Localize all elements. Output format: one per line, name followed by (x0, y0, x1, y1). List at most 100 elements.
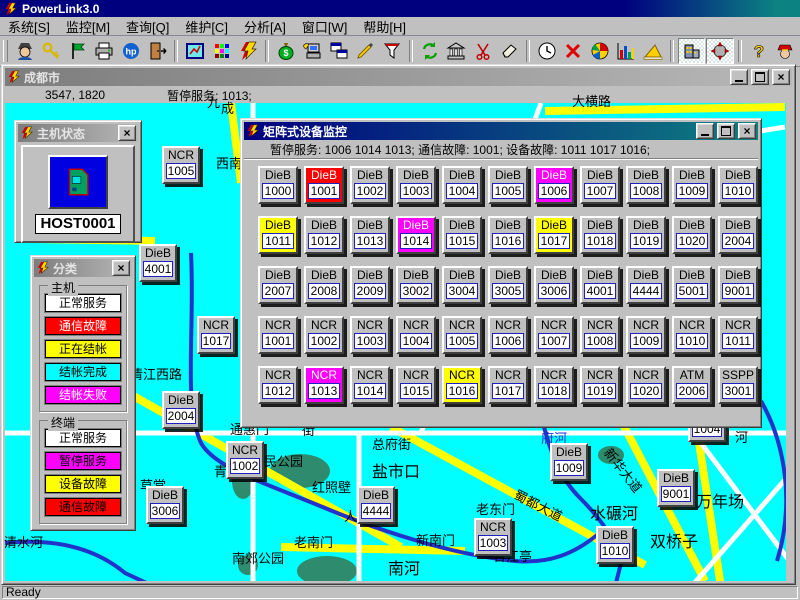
matrix-device-NCR-1004[interactable]: NCR1004 (396, 316, 436, 354)
matrix-device-NCR-1005[interactable]: NCR1005 (442, 316, 482, 354)
matrix-minimize-button[interactable] (696, 123, 714, 139)
matrix-device-DieB-4444[interactable]: DieB4444 (626, 266, 666, 304)
matrix-device-DieB-1002[interactable]: DieB1002 (350, 166, 390, 204)
matrix-maximize-button[interactable] (717, 123, 735, 139)
matrix-device-DieB-1005[interactable]: DieB1005 (488, 166, 528, 204)
map-device-DieB-3006[interactable]: DieB3006 (146, 486, 184, 524)
map-device-NCR-1003[interactable]: NCR1003 (474, 518, 512, 556)
matrix-device-DieB-1019[interactable]: DieB1019 (626, 216, 666, 254)
matrix-device-DieB-1010[interactable]: DieB1010 (718, 166, 758, 204)
delete-button[interactable] (561, 39, 587, 63)
matrix-device-DieB-1001[interactable]: DieB1001 (304, 166, 344, 204)
chengdu-maximize-button[interactable] (751, 69, 769, 85)
eraser-button[interactable] (496, 39, 522, 63)
clock-button[interactable] (534, 39, 560, 63)
menu-item-7[interactable]: 帮助[H] (355, 16, 414, 37)
menu-item-6[interactable]: 窗口[W] (294, 16, 356, 37)
matrix-device-NCR-1009[interactable]: NCR1009 (626, 316, 666, 354)
lightning-button[interactable] (235, 39, 261, 63)
map-device-DieB-4001[interactable]: DieB4001 (139, 244, 177, 282)
matrix-device-NCR-1008[interactable]: NCR1008 (580, 316, 620, 354)
matrix-device-NCR-1001[interactable]: NCR1001 (258, 316, 298, 354)
map-monitor-button[interactable] (182, 39, 208, 63)
matrix-device-DieB-1009[interactable]: DieB1009 (672, 166, 712, 204)
matrix-device-DieB-1013[interactable]: DieB1013 (350, 216, 390, 254)
matrix-device-NCR-1015[interactable]: NCR1015 (396, 366, 436, 404)
matrix-device-DieB-1006[interactable]: DieB1006 (534, 166, 574, 204)
operator-button[interactable] (12, 39, 38, 63)
map-device-DieB-4444[interactable]: DieB4444 (357, 486, 395, 524)
matrix-device-DieB-3004[interactable]: DieB3004 (442, 266, 482, 304)
matrix-device-NCR-1016[interactable]: NCR1016 (442, 366, 482, 404)
matrix-device-DieB-1018[interactable]: DieB1018 (580, 216, 620, 254)
matrix-device-NCR-1020[interactable]: NCR1020 (626, 366, 666, 404)
exit-door-button[interactable] (145, 39, 171, 63)
matrix-device-DieB-3005[interactable]: DieB3005 (488, 266, 528, 304)
matrix-device-DieB-1016[interactable]: DieB1016 (488, 216, 528, 254)
color-matrix-button[interactable] (209, 39, 235, 63)
matrix-device-DieB-2004[interactable]: DieB2004 (718, 216, 758, 254)
matrix-close-button[interactable] (738, 123, 756, 139)
matrix-device-NCR-1018[interactable]: NCR1018 (534, 366, 574, 404)
level-tool-button[interactable] (640, 39, 666, 63)
matrix-device-ATM-2006[interactable]: ATM2006 (672, 366, 712, 404)
marker-pen-button[interactable] (353, 39, 379, 63)
matrix-device-DieB-3006[interactable]: DieB3006 (534, 266, 574, 304)
matrix-device-DieB-1012[interactable]: DieB1012 (304, 216, 344, 254)
matrix-device-DieB-3002[interactable]: DieB3002 (396, 266, 436, 304)
matrix-device-NCR-1019[interactable]: NCR1019 (580, 366, 620, 404)
matrix-device-DieB-1003[interactable]: DieB1003 (396, 166, 436, 204)
printer-button[interactable] (92, 39, 118, 63)
matrix-device-DieB-1020[interactable]: DieB1020 (672, 216, 712, 254)
matrix-device-DieB-1011[interactable]: DieB1011 (258, 216, 298, 254)
key-button[interactable] (39, 39, 65, 63)
bank-button[interactable] (443, 39, 469, 63)
menu-item-2[interactable]: 监控[M] (58, 16, 118, 37)
matrix-device-NCR-1012[interactable]: NCR1012 (258, 366, 298, 404)
matrix-device-DieB-2007[interactable]: DieB2007 (258, 266, 298, 304)
menu-item-3[interactable]: 查询[Q] (118, 16, 177, 37)
flag-button[interactable] (65, 39, 91, 63)
matrix-device-NCR-1011[interactable]: NCR1011 (718, 316, 758, 354)
building-view-button[interactable] (678, 38, 706, 64)
matrix-device-DieB-1014[interactable]: DieB1014 (396, 216, 436, 254)
hp-button[interactable]: hp (118, 39, 144, 63)
matrix-device-NCR-1002[interactable]: NCR1002 (304, 316, 344, 354)
refresh-button[interactable] (417, 39, 443, 63)
filter-funnel-button[interactable] (379, 39, 405, 63)
chengdu-close-button[interactable] (772, 69, 790, 85)
map-device-NCR-1002[interactable]: NCR1002 (226, 441, 264, 479)
matrix-device-DieB-1004[interactable]: DieB1004 (442, 166, 482, 204)
legend-title-bar[interactable]: 分类 (34, 259, 132, 277)
matrix-device-NCR-1006[interactable]: NCR1006 (488, 316, 528, 354)
help-button[interactable]: ? (746, 39, 772, 63)
matrix-device-NCR-1013[interactable]: NCR1013 (304, 366, 344, 404)
chengdu-title-bar[interactable]: 成都市 (5, 68, 792, 86)
host-title-bar[interactable]: 主机状态 (18, 124, 138, 142)
matrix-title-bar[interactable]: 矩阵式设备监控 (244, 122, 758, 140)
region-view-button[interactable] (706, 38, 734, 64)
matrix-device-NCR-1003[interactable]: NCR1003 (350, 316, 390, 354)
matrix-device-DieB-1000[interactable]: DieB1000 (258, 166, 298, 204)
matrix-device-NCR-1007[interactable]: NCR1007 (534, 316, 574, 354)
scissors-button[interactable] (470, 39, 496, 63)
map-device-DieB-2004[interactable]: DieB2004 (162, 391, 200, 429)
bar-chart-button[interactable] (614, 39, 640, 63)
terminal-call-button[interactable] (300, 39, 326, 63)
alarm-button[interactable] (772, 39, 798, 63)
matrix-device-DieB-1017[interactable]: DieB1017 (534, 216, 574, 254)
money-bag-button[interactable]: $ (273, 39, 299, 63)
matrix-device-DieB-1007[interactable]: DieB1007 (580, 166, 620, 204)
map-device-NCR-1017[interactable]: NCR1017 (197, 316, 235, 354)
matrix-device-NCR-1010[interactable]: NCR1010 (672, 316, 712, 354)
legend-close-button[interactable] (112, 260, 130, 276)
chengdu-minimize-button[interactable] (730, 69, 748, 85)
matrix-device-SSPP-3001[interactable]: SSPP3001 (718, 366, 758, 404)
map-device-NCR-1005[interactable]: NCR1005 (162, 146, 200, 184)
host0001-button[interactable] (48, 155, 108, 209)
host-close-button[interactable] (118, 125, 136, 141)
matrix-device-DieB-2008[interactable]: DieB2008 (304, 266, 344, 304)
pie-chart-button[interactable] (587, 39, 613, 63)
cascade-windows-button[interactable] (326, 39, 352, 63)
matrix-device-NCR-1017[interactable]: NCR1017 (488, 366, 528, 404)
